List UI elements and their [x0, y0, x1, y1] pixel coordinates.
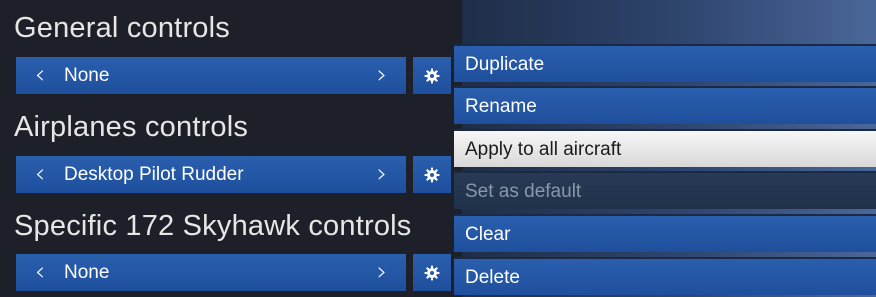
section-title-specific: Specific 172 Skyhawk controls: [14, 210, 412, 242]
selector-value: None: [64, 65, 110, 86]
chevron-right-icon[interactable]: ›: [370, 57, 394, 94]
chevron-right-icon[interactable]: ›: [370, 156, 394, 193]
selector-value: None: [64, 262, 110, 283]
chevron-left-icon[interactable]: ‹: [28, 156, 52, 193]
menu-item-clear[interactable]: Clear: [454, 214, 876, 252]
general-controls-selector[interactable]: ‹ None ›: [16, 57, 406, 94]
chevron-right-icon[interactable]: ›: [370, 254, 394, 291]
general-settings-button[interactable]: [413, 57, 451, 94]
airplanes-settings-button[interactable]: [413, 156, 451, 193]
menu-item-rename[interactable]: Rename: [454, 86, 876, 124]
selector-value: Desktop Pilot Rudder: [64, 164, 244, 185]
chevron-left-icon[interactable]: ‹: [28, 254, 52, 291]
specific-controls-selector[interactable]: ‹ None ›: [16, 254, 406, 291]
menu-item-set-as-default: Set as default: [454, 171, 876, 209]
gear-icon: [424, 68, 440, 83]
gear-icon: [424, 265, 440, 280]
menu-item-apply-to-all[interactable]: Apply to all aircraft: [454, 129, 876, 167]
airplanes-controls-selector[interactable]: ‹ Desktop Pilot Rudder ›: [16, 156, 406, 193]
section-title-general: General controls: [14, 12, 230, 44]
specific-settings-button[interactable]: [413, 254, 451, 291]
gear-icon: [424, 167, 440, 182]
menu-item-delete[interactable]: Delete: [454, 257, 876, 295]
menu-item-duplicate[interactable]: Duplicate: [454, 44, 876, 82]
section-title-airplanes: Airplanes controls: [14, 111, 249, 143]
chevron-left-icon[interactable]: ‹: [28, 57, 52, 94]
